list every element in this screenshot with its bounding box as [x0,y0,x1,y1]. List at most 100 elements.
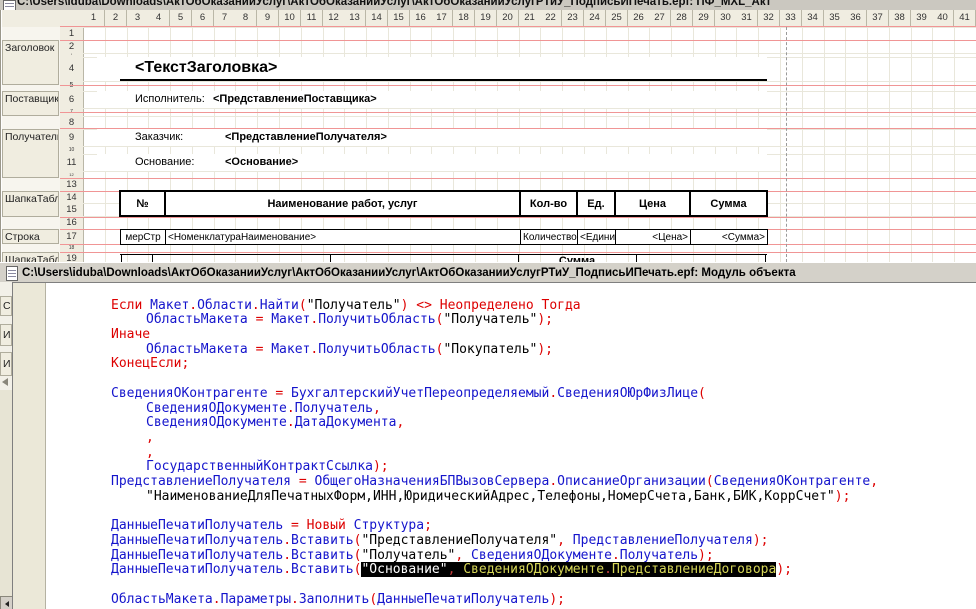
column-header[interactable]: 28 [671,10,693,27]
sheet-cell-text[interactable]: Исполнитель: [135,93,205,105]
column-header[interactable]: 35 [824,10,846,27]
code-line[interactable]: ОбластьМакета = Макет.ПолучитьОбласть("П… [146,342,553,358]
column-header[interactable]: 6 [192,10,214,27]
column-header[interactable]: 40 [932,10,954,27]
column-header[interactable]: 41 [954,10,976,27]
column-header[interactable]: 11 [301,10,323,27]
column-header[interactable]: 34 [802,10,824,27]
column-header[interactable]: 36 [845,10,867,27]
sheet-cell-text[interactable]: Заказчик: [135,131,183,143]
area-label[interactable]: Получатель [2,129,59,178]
column-header[interactable]: 7 [214,10,236,27]
row-cell[interactable]: <Сумма> [690,229,768,245]
area-label[interactable]: ШапкаТабли [2,252,59,262]
table-header-cell[interactable]: Цена [614,190,691,217]
area-label[interactable]: ШапкаТабли [2,191,59,217]
column-header[interactable]: 5 [170,10,192,27]
code-line[interactable]: ДанныеПечатиПолучатель = Новый Структура… [111,518,432,534]
column-header[interactable]: 25 [606,10,628,27]
column-header[interactable]: 2 [105,10,127,27]
column-header[interactable]: 29 [693,10,715,27]
code-line[interactable]: ДанныеПечатиПолучатель.Вставить("Получат… [111,548,714,564]
column-header[interactable]: 13 [344,10,366,27]
column-header[interactable]: 1 [83,10,105,27]
code-line[interactable]: ДанныеПечатиПолучатель.Вставить("Предста… [111,533,768,549]
table-header-cell[interactable]: Кол-во [519,190,578,217]
sheet-cell-text[interactable]: Основание: [135,156,194,168]
row-header[interactable]: 13 [60,178,84,192]
column-header[interactable]: 4 [148,10,170,27]
row-header[interactable]: 15 [60,203,84,217]
table-header-cell[interactable]: Сумма [689,190,768,217]
column-header[interactable]: 22 [540,10,562,27]
code-line[interactable]: ГосударственныйКонтрактСсылка); [146,459,389,475]
row-cell[interactable]: мерСтр [120,229,166,245]
code-line[interactable]: ОбластьМакета = Макет.ПолучитьОбласть("П… [146,312,553,328]
area-label-clipped[interactable]: И [0,352,12,376]
table-header-cell[interactable]: Наименование работ, услуг [164,190,521,217]
spreadsheet-icon[interactable] [3,0,16,10]
column-header[interactable]: 3 [127,10,149,27]
row-header[interactable]: 6 [60,91,84,109]
area-label[interactable]: Заголовок [2,40,59,85]
code-line[interactable]: Если Макет.Области.Найти("Получатель") <… [111,298,581,314]
column-header[interactable]: 39 [911,10,933,27]
sheet-cell-text[interactable]: <ПредставлениеПолучателя> [225,131,387,143]
column-header[interactable]: 17 [431,10,453,27]
column-header[interactable]: 14 [366,10,388,27]
column-header[interactable]: 38 [889,10,911,27]
code-line[interactable]: СведенияОДокументе.ДатаДокумента, [146,415,404,431]
column-header[interactable]: 27 [649,10,671,27]
column-header[interactable]: 18 [453,10,475,27]
module-icon[interactable] [6,266,18,281]
row-header[interactable]: 19 [60,252,84,262]
code-line[interactable]: , [146,445,154,461]
column-header[interactable]: 30 [715,10,737,27]
column-header[interactable]: 31 [736,10,758,27]
column-header[interactable]: 23 [562,10,584,27]
sheet-cell-text[interactable]: <ТекстЗаголовка> [135,59,277,77]
code-line[interactable]: ПредставлениеПолучателя = ОбщегоНазначен… [111,474,878,490]
code-line[interactable]: "НаименованиеДляПечатныхФорм,ИНН,Юридиче… [146,489,850,505]
row-cell[interactable]: <ЕдиницаИзмерения> [577,229,616,245]
column-header[interactable]: 19 [475,10,497,27]
column-header[interactable]: 32 [758,10,780,27]
area-label[interactable]: Поставщик [2,91,59,116]
row-header[interactable]: 11 [60,154,84,172]
scroll-left-button[interactable] [0,596,12,609]
sheet-cell-text[interactable]: <ПредставлениеПоставщика> [213,93,377,105]
code-editor[interactable]: Если Макет.Области.Найти("Получатель") <… [12,282,976,609]
code-text[interactable]: Если Макет.Области.Найти("Получатель") <… [13,283,976,609]
column-header[interactable]: 37 [867,10,889,27]
row-header[interactable]: 1 [60,27,84,41]
row-cell[interactable]: Количество> [520,229,578,245]
column-header[interactable]: 33 [780,10,802,27]
code-line[interactable]: СведенияОДокументе.Получатель, [146,401,381,417]
row-cell[interactable]: <НоменклатураНаименование> [165,229,521,245]
row-cell[interactable]: <Цена> [615,229,691,245]
column-header[interactable]: 10 [279,10,301,27]
table-header-cell[interactable]: Ед. [576,190,616,217]
spreadsheet-area[interactable]: 1 2 3 4 5 6 7 8 9 10 11 12 13 14 15 16 17 18 19 20 21 22 23 24 2… [0,10,976,262]
column-header[interactable]: 20 [497,10,519,27]
row-header[interactable]: 2 [60,40,84,54]
column-header[interactable]: 26 [628,10,650,27]
row-header[interactable]: 16 [60,216,84,230]
table-header-cell[interactable]: № [119,190,166,217]
row19-sum-label[interactable]: Сумма [518,255,636,262]
code-line[interactable]: ДанныеПечатиПолучатель.Вставить("Основан… [111,562,792,578]
row-header[interactable]: 17 [60,229,84,245]
row-header[interactable]: 4 [60,57,84,82]
column-header[interactable]: 15 [388,10,410,27]
code-line[interactable]: СведенияОКонтрагенте = БухгалтерскийУчет… [111,386,706,402]
code-line[interactable]: КонецЕсли; [111,357,189,372]
area-label[interactable]: Строка [2,229,59,244]
column-header[interactable]: 12 [323,10,345,27]
row-header[interactable]: 9 [60,129,84,147]
area-label-clipped[interactable]: И [0,324,12,346]
column-header[interactable]: 9 [257,10,279,27]
code-window-titlebar[interactable]: C:\Users\iduba\Downloads\АктОбОказанииУс… [0,263,976,283]
spreadsheet-window-titlebar[interactable]: C:\Users\iduba\Downloads\АктОбОказанииУс… [0,0,976,10]
area-label-clipped[interactable]: С [0,296,12,316]
code-line[interactable]: Иначе [111,327,150,343]
